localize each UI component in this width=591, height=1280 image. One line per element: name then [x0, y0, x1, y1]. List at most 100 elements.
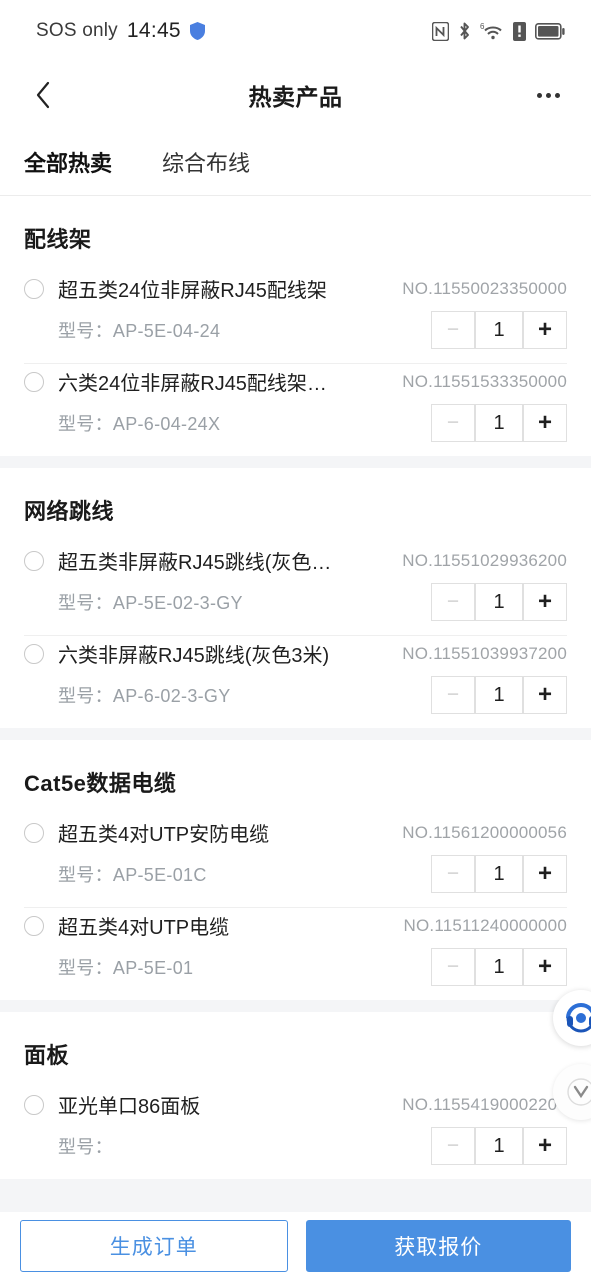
clock-label: 14:45 [126, 19, 181, 42]
wifi-6-icon: 6 [480, 21, 504, 41]
product-row[interactable]: 超五类24位非屏蔽RJ45配线架 NO.11550023350000 型号：AP-5… [0, 270, 591, 363]
quantity-value[interactable]: 1 [475, 676, 523, 714]
quantity-decrease-button[interactable]: − [431, 583, 475, 621]
quantity-value[interactable]: 1 [475, 404, 523, 442]
headset-support-icon [566, 1003, 591, 1033]
product-row[interactable]: 六类非屏蔽RJ45跳线(灰色3米) NO.11551039937200 型号：AP-… [0, 635, 591, 728]
product-model: 型号：AP-5E-04-24 [58, 321, 221, 341]
product-row[interactable]: 六类24位非屏蔽RJ45配线架… NO.11551533350000 型号：AP-6… [0, 363, 591, 456]
tab-structured-cabling[interactable]: 综合布线 [162, 146, 250, 178]
product-name: 超五类4对UTP电缆 [58, 917, 230, 939]
more-horizontal-icon [536, 92, 542, 98]
product-model: 型号：AP-6-04-24X [58, 414, 221, 434]
product-name: 超五类24位非屏蔽RJ45配线架 [58, 280, 327, 302]
bluetooth-icon [458, 21, 471, 41]
product-row[interactable]: 亚光单口86面板 NO.11554190002200 型号： −1 + [0, 1086, 591, 1179]
quantity-increase-button[interactable]: + [523, 1127, 567, 1165]
svg-text:6: 6 [480, 22, 485, 31]
quantity-stepper[interactable]: −1 + [431, 1127, 567, 1165]
product-row-top: 超五类4对UTP电缆 NO.11511240000000 [24, 911, 567, 940]
product-name: 六类非屏蔽RJ45跳线(灰色3米) [58, 645, 330, 667]
quantity-increase-button[interactable]: + [523, 583, 567, 621]
quantity-increase-button[interactable]: + [523, 404, 567, 442]
circle-widget-icon [567, 1078, 591, 1106]
quantity-stepper[interactable]: −1 + [431, 404, 567, 442]
product-row-top: 超五类4对UTP安防电缆 NO.11561200000056 [24, 818, 567, 847]
product-row[interactable]: 超五类4对UTP电缆 NO.11511240000000 型号：AP-5E-01 −1… [0, 907, 591, 1000]
more-options-button[interactable] [531, 78, 565, 112]
product-select-radio[interactable] [24, 643, 44, 664]
product-name: 超五类非屏蔽RJ45跳线(灰色… [58, 552, 332, 574]
status-bar: SOS only 14:45 6 [0, 0, 591, 62]
quantity-value[interactable]: 1 [475, 311, 523, 349]
quantity-value[interactable]: 1 [475, 855, 523, 893]
tab-all-hot[interactable]: 全部热卖 [24, 146, 112, 178]
page-title: 热卖产品 [248, 84, 343, 110]
product-model: 型号：AP-5E-02-3-GY [58, 593, 243, 613]
quantity-decrease-button[interactable]: − [431, 404, 475, 442]
product-select-radio[interactable] [24, 822, 44, 843]
quantity-value[interactable]: 1 [475, 1127, 523, 1165]
quantity-stepper[interactable]: −1 + [431, 676, 567, 714]
tab-bar: 全部热卖 综合布线 [0, 128, 591, 196]
quantity-decrease-button[interactable]: − [431, 311, 475, 349]
quantity-value[interactable]: 1 [475, 583, 523, 621]
product-row-bottom: 型号：AP-5E-01C −1 + [24, 855, 567, 893]
product-number: NO.11511240000000 [403, 915, 567, 935]
quantity-value[interactable]: 1 [475, 948, 523, 986]
product-number: NO.11551029936200 [402, 550, 567, 570]
product-row-top: 亚光单口86面板 NO.11554190002200 [24, 1090, 567, 1119]
sim-alert-icon [513, 21, 526, 41]
product-select-radio[interactable] [24, 371, 44, 392]
product-name: 超五类4对UTP安防电缆 [58, 824, 270, 846]
section-title: 网络跳线 [24, 499, 115, 524]
quantity-increase-button[interactable]: + [523, 676, 567, 714]
product-select-radio[interactable] [24, 278, 44, 299]
product-model: 型号：AP-6-02-3-GY [58, 686, 231, 706]
quantity-increase-button[interactable]: + [523, 948, 567, 986]
product-section: 面板亚光单口86面板 NO.11554190002200 型号： −1 + [0, 1012, 591, 1179]
nav-bar: 热卖产品 [0, 62, 591, 128]
product-row-bottom: 型号：AP-6-04-24X −1 + [24, 404, 567, 442]
product-row[interactable]: 超五类4对UTP安防电缆 NO.11561200000056 型号：AP-5E-01… [0, 814, 591, 907]
back-button[interactable] [26, 78, 60, 112]
more-horizontal-icon [545, 92, 551, 98]
product-row-top: 六类非屏蔽RJ45跳线(灰色3米) NO.11551039937200 [24, 639, 567, 668]
section-title: 面板 [24, 1043, 70, 1068]
product-section: 配线架 超五类24位非屏蔽RJ45配线架 NO.11550023350000 型号：A… [0, 196, 591, 456]
product-select-radio[interactable] [24, 550, 44, 571]
quantity-decrease-button[interactable]: − [431, 676, 475, 714]
product-select-radio[interactable] [24, 915, 44, 936]
product-number: NO.11551533350000 [402, 371, 567, 391]
quantity-increase-button[interactable]: + [523, 855, 567, 893]
product-list[interactable]: 配线架 超五类24位非屏蔽RJ45配线架 NO.11550023350000 型号：A… [0, 196, 591, 1212]
product-select-radio[interactable] [24, 1094, 44, 1115]
product-row-bottom: 型号：AP-5E-01 −1 + [24, 948, 567, 986]
product-number: NO.11551039937200 [402, 643, 567, 663]
product-section: Cat5e数据电缆 超五类4对UTP安防电缆 NO.11561200000056 型号… [0, 740, 591, 1000]
product-row-bottom: 型号： −1 + [24, 1127, 567, 1165]
more-horizontal-icon [554, 92, 560, 98]
quantity-stepper[interactable]: −1 + [431, 855, 567, 893]
chevron-left-icon [36, 81, 50, 109]
product-name: 亚光单口86面板 [58, 1096, 201, 1118]
nfc-icon [432, 21, 449, 41]
product-model: 型号：AP-5E-01 [58, 958, 194, 978]
get-quote-button[interactable]: 获取报价 [305, 1220, 571, 1272]
quantity-increase-button[interactable]: + [523, 311, 567, 349]
quantity-stepper[interactable]: −1 + [431, 948, 567, 986]
product-row-top: 超五类24位非屏蔽RJ45配线架 NO.11550023350000 [24, 274, 567, 303]
product-number: NO.11550023350000 [402, 278, 567, 298]
create-order-button[interactable]: 生成订单 [20, 1220, 288, 1272]
product-row-top: 六类24位非屏蔽RJ45配线架… NO.11551533350000 [24, 367, 567, 396]
quantity-stepper[interactable]: −1 + [431, 583, 567, 621]
quantity-decrease-button[interactable]: − [431, 855, 475, 893]
quantity-stepper[interactable]: −1 + [431, 311, 567, 349]
product-number: NO.11561200000056 [402, 822, 567, 842]
quantity-decrease-button[interactable]: − [431, 948, 475, 986]
product-row-bottom: 型号：AP-5E-04-24 −1 + [24, 311, 567, 349]
product-row[interactable]: 超五类非屏蔽RJ45跳线(灰色… NO.11551029936200 型号：AP-5… [0, 542, 591, 635]
quantity-decrease-button[interactable]: − [431, 1127, 475, 1165]
product-row-bottom: 型号：AP-5E-02-3-GY −1 + [24, 583, 567, 621]
product-row-bottom: 型号：AP-6-02-3-GY −1 + [24, 676, 567, 714]
